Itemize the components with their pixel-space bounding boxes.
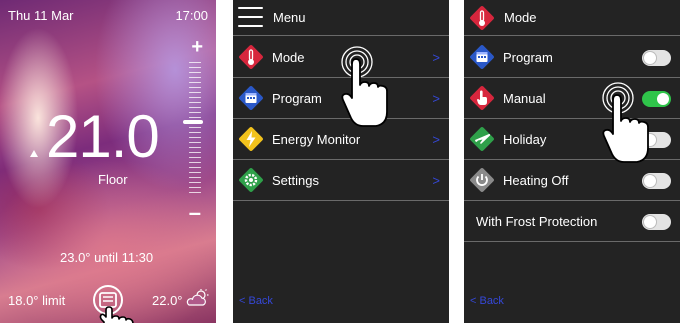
menu-title: Menu [273,10,306,25]
frost-protection-row[interactable]: With Frost Protection [464,201,680,242]
chevron-right-icon: > [432,173,440,188]
gear-icon [239,168,263,192]
mode-item-heating-off[interactable]: Heating Off [464,160,680,201]
thermometer-icon [470,6,494,30]
mode-item-label: Holiday [503,132,547,147]
mode-item-label: Manual [503,91,546,106]
mode-screen: Mode Program Manual Holiday Heating Off … [464,0,680,323]
menu-item-label: Energy Monitor [272,132,361,147]
hand-pointer-icon [341,46,388,127]
hamburger-icon[interactable] [238,6,263,28]
heating-off-toggle[interactable] [642,173,671,189]
time-label: 17:00 [175,8,208,23]
outdoor-temperature: 22.0° [152,293,183,308]
mode-title: Mode [504,10,537,25]
mode-header: Mode [464,0,680,36]
date-label: Thu 11 Mar [8,8,74,23]
hand-pointer-icon [99,306,134,323]
temperature-scale-handle[interactable] [183,120,203,124]
frost-protection-toggle[interactable] [642,214,671,230]
menu-item-settings[interactable]: Settings > [233,160,449,201]
temperature-scale[interactable] [189,62,201,194]
calendar-icon [470,45,494,69]
chevron-right-icon: > [432,50,440,65]
program-toggle[interactable] [642,50,671,66]
heating-indicator-icon [30,150,38,157]
sensor-label: Floor [98,172,128,187]
back-link[interactable]: < Back [470,295,504,307]
airplane-icon [470,127,494,151]
hand-pointer-icon [602,82,649,163]
mode-item-program[interactable]: Program [464,37,680,78]
schedule-label: 23.0° until 11:30 [60,250,154,265]
partly-cloudy-icon [186,289,209,306]
menu-screen: Menu Mode > Program > Energy Monitor > S… [233,0,449,323]
hand-icon [470,86,494,110]
home-screen: Thu 11 Mar 17:00 + – 21.0 Floor 23.0° un… [0,0,216,323]
menu-item-label: Settings [272,173,319,188]
menu-item-label: Mode [272,50,305,65]
calendar-icon [239,86,263,110]
chevron-right-icon: > [432,132,440,147]
lightning-icon [239,127,263,151]
menu-item-label: Program [272,91,322,106]
frost-protection-label: With Frost Protection [476,214,598,229]
back-link[interactable]: < Back [239,295,273,307]
menu-header: Menu [233,0,449,36]
mode-item-label: Program [503,50,553,65]
thermometer-icon [239,45,263,69]
mode-item-label: Heating Off [503,173,569,188]
current-temperature: 21.0 [46,103,160,170]
decrease-temperature-button[interactable]: – [189,200,201,226]
increase-temperature-button[interactable]: + [191,36,203,59]
power-icon [470,168,494,192]
chevron-right-icon: > [432,91,440,106]
limit-label: 18.0° limit [8,293,66,308]
